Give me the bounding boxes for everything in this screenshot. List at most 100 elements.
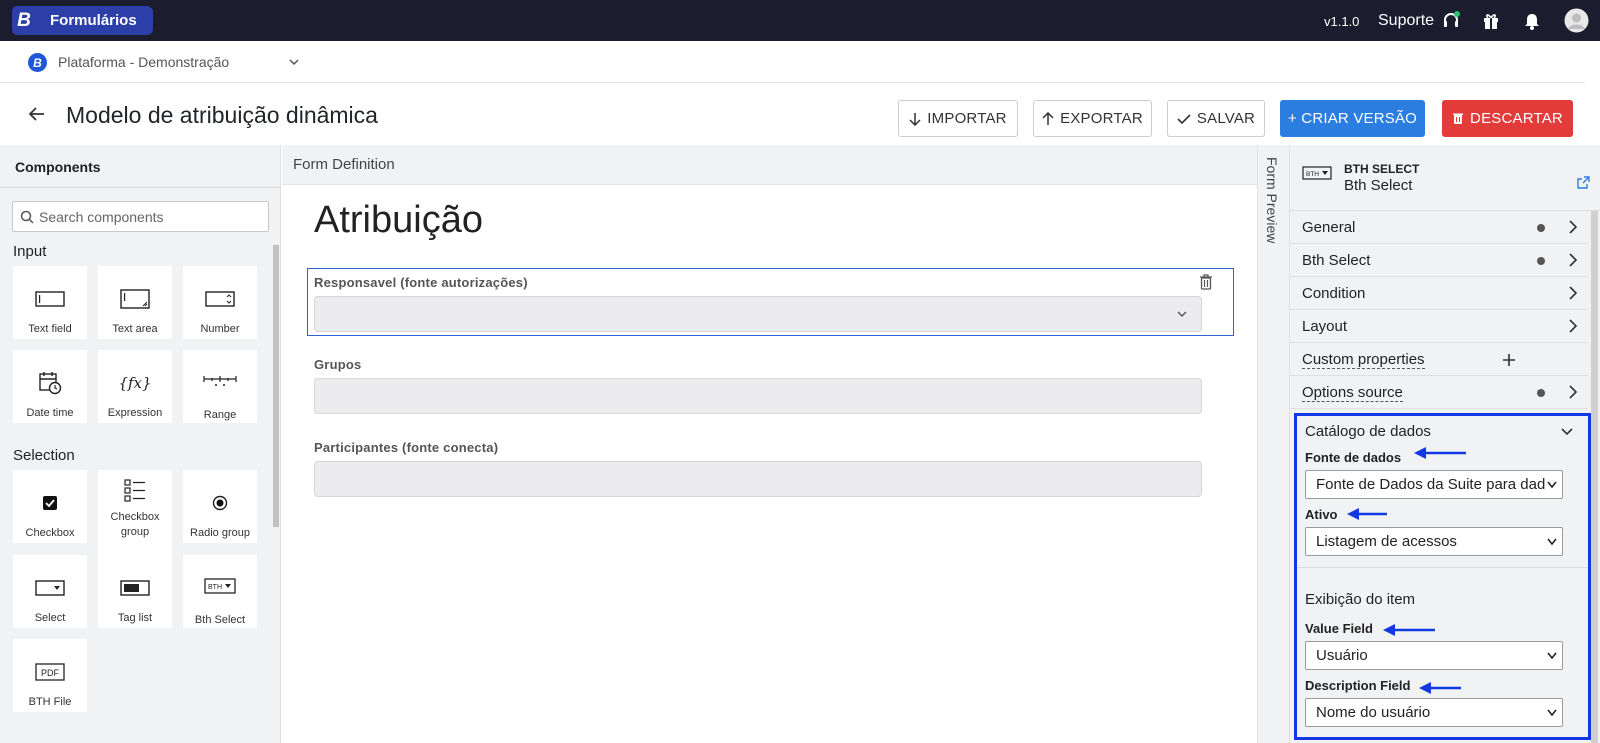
organization-selector[interactable]: B Plataforma - Demonstração [0,41,1585,83]
select-value: Usuário [1316,647,1368,664]
active-select[interactable]: Listagem de acessos [1305,527,1563,556]
external-link-icon[interactable] [1577,176,1590,194]
component-expression[interactable]: {fx} Expression [98,350,172,423]
section-options-source[interactable]: Options source [1290,376,1588,409]
tag-list-icon [120,571,150,605]
create-version-button[interactable]: + CRIAR VERSÃO [1280,100,1425,137]
component-bth-file[interactable]: PDF BTH File [13,639,87,712]
search-field[interactable] [12,201,269,232]
chevron-right-icon [1569,253,1578,267]
properties-header: BTH BTH SELECT Bth Select [1290,145,1600,211]
component-text-field[interactable]: Text field [13,266,87,339]
component-label: Tag list [117,612,153,624]
bell-icon[interactable] [1521,10,1543,32]
chevron-right-icon [1569,319,1578,333]
select-value: Listagem de acessos [1316,533,1457,550]
components-scrollbar[interactable] [273,245,279,527]
component-bth-select[interactable]: BTH Bth Select [183,555,257,628]
svg-text:BTH: BTH [1306,171,1319,178]
import-label: IMPORTAR [927,110,1007,127]
section-general[interactable]: General [1290,211,1588,244]
component-tag-list[interactable]: Tag list [98,555,172,628]
annotation-arrow-icon [1383,624,1435,636]
grupos-input[interactable] [314,378,1202,414]
org-name: Plataforma - Demonstração [58,54,230,70]
component-label: Radio group [190,527,250,539]
page-header: Modelo de atribuição dinâmica IMPORTAR E… [0,84,1600,144]
catalog-title: Catálogo de dados [1305,423,1431,440]
section-layout[interactable]: Layout [1290,310,1588,343]
form-builder-canvas: Form Definition Atribuição Responsavel (… [282,145,1257,743]
section-condition[interactable]: Condition [1290,277,1588,310]
component-label: Bth Select [194,613,246,626]
checkbox-icon [43,486,57,520]
section-label: Options source [1302,384,1403,402]
component-checkbox-group[interactable]: Checkbox group [98,470,172,556]
responsavel-select[interactable] [314,296,1202,332]
back-arrow-icon[interactable] [28,106,46,127]
section-input-label: Input [13,243,47,260]
app-brand[interactable]: B Formulários [12,6,153,35]
data-source-select[interactable]: Fonte de Dados da Suite para dad [1305,470,1563,499]
svg-text:PDF: PDF [41,668,60,678]
search-input[interactable] [39,202,265,231]
status-dot [1537,224,1545,232]
components-title: Components [15,159,101,175]
component-label: Expression [107,407,163,419]
avatar[interactable] [1564,8,1589,33]
support-link[interactable]: Suporte [1378,12,1434,30]
divider [1297,567,1588,568]
value-field-select[interactable]: Usuário [1305,641,1563,670]
component-text-area[interactable]: Text area [98,266,172,339]
component-date-time[interactable]: Date time [13,350,87,423]
form-definition-title: Form Definition [293,156,395,173]
section-bth-select[interactable]: Bth Select [1290,244,1588,277]
properties-scrollbar[interactable] [1591,211,1598,743]
component-radio-group[interactable]: Radio group [183,470,257,543]
component-select[interactable]: Select [13,555,87,628]
component-checkbox[interactable]: Checkbox [13,470,87,543]
component-label: Select [34,612,66,624]
form-title: Atribuição [314,199,483,241]
value-field-label: Value Field [1305,621,1373,636]
section-label: General [1302,219,1356,236]
section-label: Bth Select [1302,252,1371,269]
data-source-label: Fonte de dados [1305,450,1402,465]
gift-icon[interactable] [1480,10,1502,32]
headset-icon[interactable] [1440,10,1462,32]
number-icon [205,282,235,316]
import-button[interactable]: IMPORTAR [898,100,1018,137]
discard-label: DESCARTAR [1470,110,1563,127]
save-button[interactable]: SALVAR [1167,100,1265,137]
chevron-down-icon [1547,481,1557,489]
field-label: Participantes (fonte conecta) [314,440,499,455]
status-dot [1537,389,1545,397]
chevron-down-icon[interactable] [288,55,300,73]
form-preview-label: Form Preview [1264,157,1280,244]
description-field-select[interactable]: Nome do usuário [1305,698,1563,727]
field-label: Grupos [314,357,362,372]
arrow-up-icon [1042,111,1054,125]
select-icon [35,571,65,605]
chevron-right-icon [1569,220,1578,234]
section-custom-properties[interactable]: Custom properties [1290,343,1588,376]
annotation-arrow-icon [1419,682,1461,694]
component-label: Range [203,408,237,421]
trash-icon[interactable] [1199,274,1213,295]
active-label: Ativo [1305,507,1338,522]
arrow-down-icon [909,112,921,126]
component-range[interactable]: Range [183,350,257,423]
participantes-input[interactable] [314,461,1202,497]
form-preview-tab[interactable]: Form Preview [1257,145,1290,743]
discard-button[interactable]: DESCARTAR [1442,100,1573,137]
component-number[interactable]: Number [183,266,257,339]
component-label: Checkbox [25,527,75,539]
bth-select-icon: BTH [1302,165,1332,186]
chevron-right-icon [1569,286,1578,300]
check-icon [1177,113,1191,124]
chevron-down-icon[interactable] [1561,427,1573,437]
search-icon [20,210,34,224]
plus-icon[interactable] [1502,353,1516,367]
export-button[interactable]: EXPORTAR [1033,100,1152,137]
form-definition-header: Form Definition [282,145,1257,185]
